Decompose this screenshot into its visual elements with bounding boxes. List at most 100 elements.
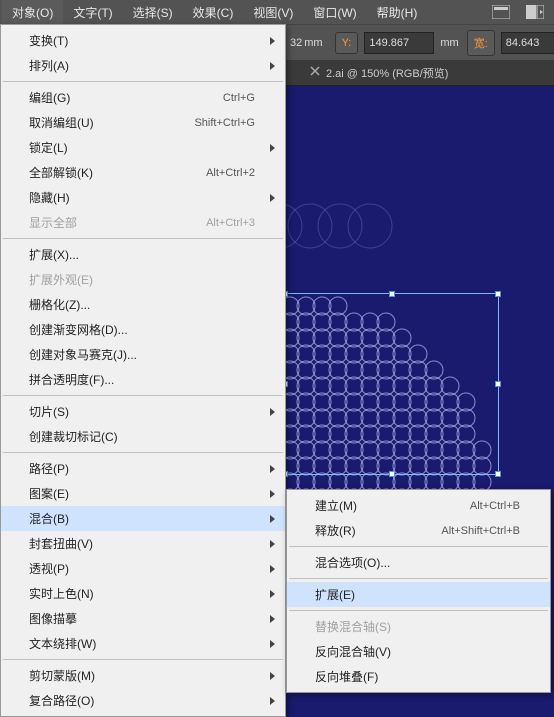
menu-item-label: 锁定(L) [29, 139, 255, 156]
chevron-right-icon [270, 640, 275, 648]
menu-item-shortcut: Alt+Shift+Ctrl+B [441, 525, 520, 537]
menu-item-label: 复合路径(O) [29, 692, 255, 709]
object-menu-item-23[interactable]: 封套扭曲(V) [1, 531, 285, 556]
object-menu-item-3[interactable]: 编组(G)Ctrl+G [1, 85, 285, 110]
blend-submenu-item-9[interactable]: 反向堆叠(F) [287, 664, 550, 689]
object-menu-item-25[interactable]: 实时上色(N) [1, 581, 285, 606]
blend-submenu: 建立(M)Alt+Ctrl+B释放(R)Alt+Shift+Ctrl+B混合选项… [286, 489, 551, 693]
object-menu-item-14[interactable]: 创建对象马赛克(J)... [1, 342, 285, 367]
document-tab[interactable]: 2.ai @ 150% (RGB/预览) [300, 60, 458, 86]
menu-item-label: 剪切蒙版(M) [29, 667, 255, 684]
object-menu-item-21[interactable]: 图案(E) [1, 481, 285, 506]
chevron-right-icon [270, 62, 275, 70]
menu-item-label: 文本绕排(W) [29, 635, 255, 652]
menu-item-label: 隐藏(H) [29, 189, 255, 206]
object-menu-item-6[interactable]: 全部解锁(K)Alt+Ctrl+2 [1, 160, 285, 185]
menu-item-label: 创建对象马赛克(J)... [29, 346, 255, 363]
object-menu: 变换(T)排列(A)编组(G)Ctrl+G取消编组(U)Shift+Ctrl+G… [0, 24, 286, 717]
object-menu-item-13[interactable]: 创建渐变网格(D)... [1, 317, 285, 342]
object-menu-item-7[interactable]: 隐藏(H) [1, 185, 285, 210]
object-menu-item-5[interactable]: 锁定(L) [1, 135, 285, 160]
menu-item-shortcut: Shift+Ctrl+G [194, 117, 255, 129]
blend-submenu-item-3[interactable]: 混合选项(O)... [287, 550, 550, 575]
object-menu-item-10[interactable]: 扩展(X)... [1, 242, 285, 267]
menu-item-label: 混合选项(O)... [315, 554, 520, 571]
menu-item-label: 混合(B) [29, 510, 255, 527]
chevron-right-icon [270, 490, 275, 498]
menu-item-label: 栅格化(Z)... [29, 296, 255, 313]
selection-bounds [284, 293, 499, 475]
close-icon[interactable] [310, 66, 320, 79]
screen-mode-icon[interactable] [520, 2, 550, 22]
menu-item-shortcut: Alt+Ctrl+B [470, 500, 520, 512]
chevron-right-icon [270, 408, 275, 416]
object-menu-item-4[interactable]: 取消编组(U)Shift+Ctrl+G [1, 110, 285, 135]
object-menu-item-24[interactable]: 透视(P) [1, 556, 285, 581]
x-extra-value: 32 [290, 37, 302, 49]
menu-item-label: 扩展(X)... [29, 246, 255, 263]
object-menu-item-12[interactable]: 栅格化(Z)... [1, 292, 285, 317]
chevron-right-icon [270, 515, 275, 523]
menu-item-label: 取消编组(U) [29, 114, 194, 131]
menu-effect[interactable]: 效果(C) [183, 0, 244, 25]
menu-item-label: 释放(R) [315, 522, 441, 539]
object-menu-item-11: 扩展外观(E) [1, 267, 285, 292]
blend-submenu-item-1[interactable]: 释放(R)Alt+Shift+Ctrl+B [287, 518, 550, 543]
blend-submenu-separator [289, 546, 548, 547]
object-menu-item-18[interactable]: 创建裁切标记(C) [1, 424, 285, 449]
object-menu-separator [3, 81, 283, 82]
object-menu-separator [3, 659, 283, 660]
object-menu-separator [3, 395, 283, 396]
menu-item-label: 创建渐变网格(D)... [29, 321, 255, 338]
menu-item-label: 封套扭曲(V) [29, 535, 255, 552]
layout-icon[interactable] [486, 2, 516, 22]
chevron-right-icon [270, 615, 275, 623]
chevron-right-icon [270, 144, 275, 152]
menu-item-label: 透视(P) [29, 560, 255, 577]
y-input[interactable] [364, 32, 434, 54]
object-menu-item-15[interactable]: 拼合透明度(F)... [1, 367, 285, 392]
object-menu-item-22[interactable]: 混合(B) [1, 506, 285, 531]
blend-submenu-item-0[interactable]: 建立(M)Alt+Ctrl+B [287, 493, 550, 518]
y-label: Y: [335, 32, 359, 54]
menu-item-label: 替换混合轴(S) [315, 618, 520, 635]
menu-help[interactable]: 帮助(H) [367, 0, 428, 25]
object-menu-item-30[interactable]: 复合路径(O) [1, 688, 285, 713]
menu-item-label: 显示全部 [29, 214, 206, 231]
menu-object[interactable]: 对象(O) [2, 0, 63, 25]
w-input[interactable] [501, 32, 554, 54]
chevron-right-icon [270, 37, 275, 45]
menu-item-label: 图案(E) [29, 485, 255, 502]
object-menu-item-0[interactable]: 变换(T) [1, 28, 285, 53]
menu-view[interactable]: 视图(V) [243, 0, 303, 25]
menu-window[interactable]: 窗口(W) [303, 0, 366, 25]
object-menu-item-20[interactable]: 路径(P) [1, 456, 285, 481]
chevron-right-icon [270, 672, 275, 680]
blend-submenu-item-5[interactable]: 扩展(E) [287, 582, 550, 607]
menu-select[interactable]: 选择(S) [123, 0, 183, 25]
menu-item-label: 全部解锁(K) [29, 164, 206, 181]
menu-item-shortcut: Alt+Ctrl+3 [206, 217, 255, 229]
chevron-right-icon [270, 565, 275, 573]
blend-submenu-item-8[interactable]: 反向混合轴(V) [287, 639, 550, 664]
object-menu-item-17[interactable]: 切片(S) [1, 399, 285, 424]
object-menu-item-27[interactable]: 文本绕排(W) [1, 631, 285, 656]
object-menu-separator [3, 452, 283, 453]
menu-item-label: 变换(T) [29, 32, 255, 49]
menu-item-label: 路径(P) [29, 460, 255, 477]
tab-title: 2.ai @ 150% (RGB/预览) [326, 65, 448, 81]
menu-item-label: 编组(G) [29, 89, 223, 106]
menu-item-label: 创建裁切标记(C) [29, 428, 255, 445]
menubar: 对象(O) 文字(T) 选择(S) 效果(C) 视图(V) 窗口(W) 帮助(H… [0, 0, 554, 24]
blend-submenu-separator [289, 578, 548, 579]
menu-item-shortcut: Alt+Ctrl+2 [206, 167, 255, 179]
object-menu-item-26[interactable]: 图像描摹 [1, 606, 285, 631]
chevron-right-icon [270, 194, 275, 202]
object-menu-item-29[interactable]: 剪切蒙版(M) [1, 663, 285, 688]
w-label: 宽: [467, 30, 495, 56]
object-menu-separator [3, 238, 283, 239]
object-menu-item-1[interactable]: 排列(A) [1, 53, 285, 78]
menu-item-label: 实时上色(N) [29, 585, 255, 602]
menu-type[interactable]: 文字(T) [63, 0, 122, 25]
menu-item-label: 排列(A) [29, 57, 255, 74]
